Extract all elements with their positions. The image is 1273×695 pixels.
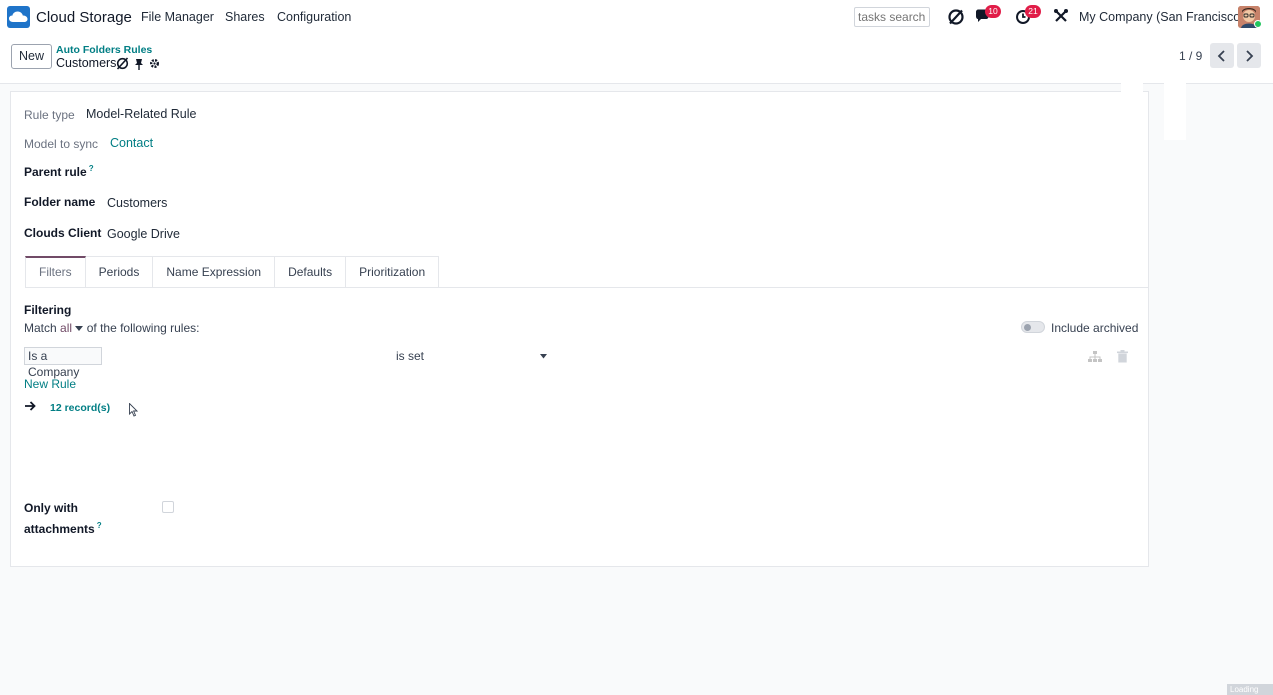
menu-shares[interactable]: Shares <box>225 10 265 24</box>
trash-icon[interactable] <box>1117 350 1128 363</box>
tab-name-expression[interactable]: Name Expression <box>153 256 276 288</box>
tabs-divider <box>25 287 1149 288</box>
match-suffix: of the following rules: <box>86 321 200 335</box>
rule-type-label: Rule type <box>24 108 75 122</box>
company-switcher[interactable]: My Company (San Francisco) <box>1079 10 1244 24</box>
top-navbar: Cloud Storage File Manager Shares Config… <box>0 0 1273 34</box>
chevron-left-icon[interactable] <box>1210 43 1234 68</box>
menu-configuration[interactable]: Configuration <box>277 10 351 24</box>
model-to-sync-link[interactable]: Contact <box>110 136 153 150</box>
filter-operator-select[interactable]: is set <box>396 349 424 363</box>
match-select[interactable]: all <box>60 321 72 335</box>
overlay-block <box>1164 78 1186 140</box>
operator-caret-icon[interactable] <box>540 354 547 359</box>
records-count-link[interactable]: 12 record(s) <box>50 402 110 414</box>
help-tooltip-icon[interactable]: ? <box>89 164 94 173</box>
tab-defaults[interactable]: Defaults <box>275 256 347 288</box>
tasks-search-input[interactable] <box>854 7 930 27</box>
hierarchy-icon[interactable] <box>1088 351 1102 363</box>
debug-tools-icon[interactable] <box>1053 8 1073 26</box>
sync-icon[interactable] <box>116 57 129 73</box>
model-to-sync-label: Model to sync <box>24 137 99 151</box>
tab-filters[interactable]: Filters <box>25 256 86 288</box>
breadcrumb-parent[interactable]: Auto Folders Rules <box>56 44 152 56</box>
rule-type-value[interactable]: Model-Related Rule <box>86 107 196 121</box>
control-panel: New Auto Folders Rules Customers 1 / 9 <box>0 34 1273 84</box>
new-rule-link[interactable]: New Rule <box>24 377 76 391</box>
only-with-attachments-checkbox[interactable] <box>162 501 174 513</box>
arrow-right-icon <box>25 401 36 411</box>
match-prefix: Match <box>24 321 57 335</box>
form-sheet: Rule type Model-Related Rule Model to sy… <box>10 91 1149 567</box>
folder-name-value[interactable]: Customers <box>107 196 167 210</box>
chevron-right-icon[interactable] <box>1237 43 1261 68</box>
activities-count-badge: 21 <box>1025 5 1041 18</box>
notebook-tabs: Filters Periods Name Expression Defaults… <box>25 256 440 288</box>
app-name[interactable]: Cloud Storage <box>36 9 132 26</box>
folder-name-label: Folder name <box>24 195 96 209</box>
cloud-logo-icon[interactable] <box>7 6 30 28</box>
online-status-dot <box>1254 20 1262 28</box>
menu-file-manager[interactable]: File Manager <box>141 10 214 24</box>
match-rule-line: Match all of the following rules: <box>24 321 199 335</box>
overlay-block <box>1121 78 1143 140</box>
include-archived-label: Include archived <box>1051 321 1139 335</box>
mouse-cursor-icon <box>129 403 138 417</box>
chat-icon[interactable]: 10 <box>975 5 1001 26</box>
tab-prioritization[interactable]: Prioritization <box>346 256 440 288</box>
messages-count-badge: 10 <box>985 5 1001 18</box>
filter-field-select[interactable]: Is a Company <box>24 347 102 379</box>
include-archived-toggle[interactable] <box>1021 321 1045 333</box>
pager-value[interactable]: 1 / 9 <box>1179 49 1202 63</box>
parent-rule-label: Parent rule? <box>24 164 94 179</box>
help-tooltip-icon[interactable]: ? <box>97 521 102 530</box>
only-with-attachments-label: Only with attachments? <box>24 501 102 536</box>
caret-down-icon[interactable] <box>75 326 84 332</box>
activity-clock-icon[interactable]: 21 <box>1015 5 1041 26</box>
loading-indicator: Loading <box>1227 684 1273 695</box>
tab-periods[interactable]: Periods <box>85 256 154 288</box>
clouds-client-label: Clouds Client <box>24 226 102 240</box>
filtering-title: Filtering <box>24 303 72 317</box>
breadcrumb-current: Customers <box>56 56 117 70</box>
pin-icon[interactable] <box>134 58 144 73</box>
clouds-client-value[interactable]: Google Drive <box>107 227 180 241</box>
gear-icon[interactable] <box>149 58 160 72</box>
new-button[interactable]: New <box>11 44 52 69</box>
discuss-icon[interactable] <box>947 8 967 26</box>
